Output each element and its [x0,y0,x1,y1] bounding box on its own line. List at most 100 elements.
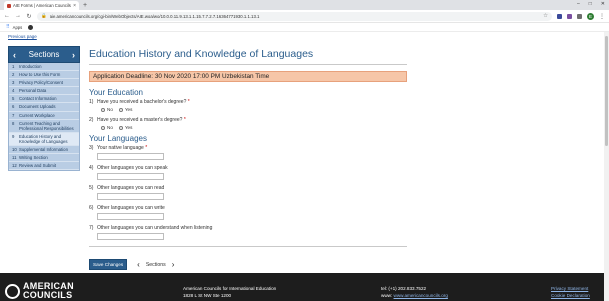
apps-bookmark[interactable]: Apps [13,25,23,30]
extension-icon[interactable] [557,13,562,19]
reload-icon[interactable]: ↻ [26,13,32,20]
bookmarks-bar: ⠿ Apps [0,23,609,32]
deadline-banner: Application Deadline: 30 Nov 2020 17:00 … [89,71,407,82]
question-number: 6) [89,205,94,211]
question-native-language: 3) Your native language * [89,145,407,151]
form-divider [89,246,407,247]
question-number: 2) [89,117,94,123]
listen-languages-input[interactable] [97,233,164,240]
item-label: Education History and Knowledge of Langu… [19,133,68,144]
bookmark-star-icon[interactable]: ☆ [543,13,548,19]
item-label: Privacy Policy/Consent [19,80,63,86]
logo-mark-icon [5,283,20,299]
forward-icon[interactable]: → [15,13,21,19]
close-tab-icon[interactable]: × [73,3,76,9]
sections-header: ‹ Sections › [8,46,80,63]
question-number: 3) [89,145,94,151]
sidebar-item-teaching[interactable]: 8 Current Teaching and Professional Respo… [9,120,79,133]
sidebar-item-privacy[interactable]: 3 Privacy Policy/Consent [9,79,79,88]
previous-page-link[interactable]: Previous page [8,34,37,39]
sections-label: Sections [28,50,60,59]
minimize-button[interactable]: – [577,1,580,7]
org-address: 1828 L St NW Ste 1200 [183,293,232,298]
master-no-radio[interactable]: No [101,125,113,130]
chevron-right-icon[interactable]: › [172,260,175,269]
github-icon[interactable] [28,24,34,30]
new-tab-button[interactable]: + [83,1,87,10]
scrollbar-thumb[interactable] [605,36,608,146]
tab-title: AIE Forms | American Councils [13,3,71,8]
close-window-button[interactable]: ✕ [601,1,605,7]
chevron-left-icon[interactable]: ‹ [137,260,140,269]
back-icon[interactable]: ← [4,13,10,19]
favicon-icon [7,3,11,8]
read-languages-input[interactable] [97,193,164,200]
sidebar-item-workplace[interactable]: 7 Current Workplace [9,112,79,120]
url-input[interactable] [49,13,541,19]
item-label: Current Teaching and Professional Respon… [19,120,74,131]
native-language-input[interactable] [97,153,164,160]
item-label: Document Uploads [19,104,56,110]
item-num: 4 [12,88,15,94]
item-num: 8 [12,120,15,126]
question-text: Other languages you can read [97,185,165,191]
sidebar-item-education[interactable]: 9 Education History and Knowledge of Lang… [9,132,79,147]
sections-next-icon[interactable]: › [72,50,75,60]
menu-icon[interactable]: ⋮ [599,13,605,20]
question-text: Other languages you can speak [97,165,168,171]
browser-tab[interactable]: AIE Forms | American Councils × [4,1,79,10]
browser-tab-bar: AIE Forms | American Councils × + – □ ✕ [0,0,609,10]
maximize-button[interactable]: □ [589,1,592,7]
address-bar[interactable]: 🔒 ☆ [37,11,552,21]
logo-text: AMERICAN COUNCILS [23,282,74,300]
radio-label: No [107,125,113,130]
question-write: 6) Other languages you can write [89,205,407,211]
sidebar-item-how-to-use[interactable]: 2 How to Use this Form [9,71,79,80]
item-label: Writing Section [19,155,48,161]
master-yes-radio[interactable]: Yes [118,125,133,130]
item-label: Personal Data [19,88,47,94]
sections-list: 1 Introduction 2 How to Use this Form 3 Pri… [8,63,80,172]
sidebar-item-review[interactable]: 12 Review and Submit [9,162,79,171]
sidebar-item-writing[interactable]: 11 Writing Section [9,154,79,163]
american-councils-logo: AMERICAN COUNCILS [5,282,74,300]
sidebar-item-documents[interactable]: 6 Document Uploads [9,103,79,112]
bachelor-no-radio[interactable]: No [101,107,113,112]
page-title: Education History and Knowledge of Langu… [89,48,407,65]
sections-prev-icon[interactable]: ‹ [13,50,16,60]
question-text: Other languages you can understand when … [97,225,213,231]
sidebar-item-supplemental[interactable]: 10 Supplemental Information [9,146,79,155]
item-num: 7 [12,112,15,118]
required-marker: * [145,145,148,151]
cookie-declaration-link[interactable]: Cookie Declaration [551,293,590,298]
radio-circle[interactable] [118,107,123,112]
speak-languages-input[interactable] [97,173,164,180]
extension-icon[interactable] [567,13,572,19]
required-marker: * [187,99,190,105]
write-languages-input[interactable] [97,213,164,220]
question-master: 2) Have you received a master's degree? … [89,117,407,123]
sidebar-item-personal-data[interactable]: 4 Personal Data [9,87,79,96]
logo-line: COUNCILS [23,290,73,300]
question-speak: 4) Other languages you can speak [89,165,407,171]
form-actions: Save Changes ‹ Sections › [89,259,174,270]
extension-icon[interactable] [577,13,582,19]
web-prefix: www: [381,293,393,298]
radio-circle[interactable] [101,107,105,112]
sidebar-item-introduction[interactable]: 1 Introduction [9,63,79,72]
radio-circle[interactable] [118,125,123,130]
save-changes-button[interactable]: Save Changes [89,259,128,270]
radio-circle[interactable] [101,125,105,130]
sidebar-item-contact[interactable]: 5 Contact Information [9,95,79,104]
radio-label: Yes [124,125,133,130]
profile-avatar[interactable]: E [587,12,594,20]
item-num: 6 [12,104,15,110]
bachelor-yes-radio[interactable]: Yes [118,107,132,112]
question-bachelor: 1) Have you received a bachelor's degree… [89,99,407,105]
privacy-statement-link[interactable]: Privacy Statement [551,286,588,291]
apps-grid-icon[interactable]: ⠿ [6,24,10,30]
education-heading: Your Education [89,88,143,97]
form-main: Education History and Knowledge of Langu… [89,48,407,247]
page-scrollbar[interactable] [604,32,609,301]
website-link[interactable]: www.americancouncils.org [394,293,448,298]
